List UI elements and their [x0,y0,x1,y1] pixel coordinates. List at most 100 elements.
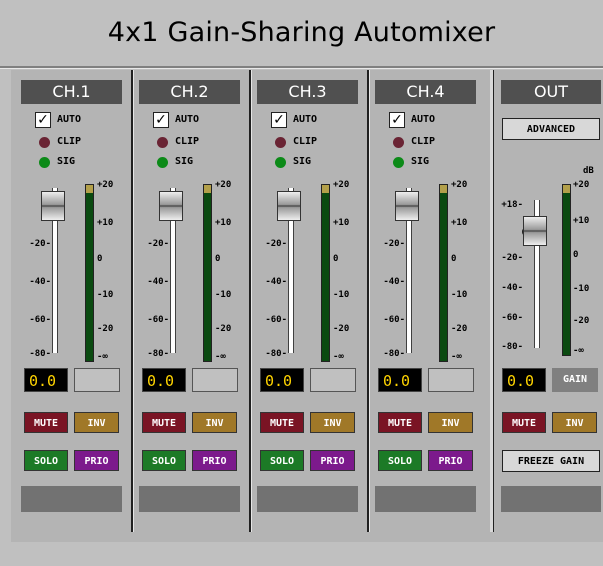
fader-tick: -40- [383,277,405,287]
clip-label: CLIP [57,136,82,147]
gain-fader-handle[interactable] [277,191,301,221]
level-meter [203,184,212,362]
meter-tick: -∞ [97,352,108,362]
priority-button[interactable]: PRIO [310,450,355,471]
auto-checkbox[interactable]: ✓ [153,112,169,128]
meter-tick: -20 [333,324,350,334]
fader-tick: -40- [265,277,287,287]
fader-tick: -80- [383,349,405,359]
fader-tick: -80- [29,349,51,359]
solo-button[interactable]: SOLO [260,450,304,471]
meter-tick: +20 [451,180,468,190]
title-divider [0,66,603,69]
invert-button[interactable]: INV [310,412,355,433]
signal-label: SIG [293,156,312,167]
clip-led-icon [39,137,50,148]
output-mute-button[interactable]: MUTE [502,412,546,433]
invert-button[interactable]: INV [74,412,119,433]
fader-tick: -20- [29,239,51,249]
meter-tick: +20 [333,180,350,190]
freeze-gain-button[interactable]: FREEZE GAIN [502,450,600,472]
level-meter [439,184,448,362]
channel-label-field[interactable] [21,486,122,512]
priority-button[interactable]: PRIO [74,450,119,471]
solo-button[interactable]: SOLO [378,450,422,471]
fader-tick: -60- [265,315,287,325]
fader-tick: -20- [265,239,287,249]
solo-button[interactable]: SOLO [24,450,68,471]
auto-checkbox[interactable]: ✓ [389,112,405,128]
fader-tick: -40- [29,277,51,287]
window-title: 4x1 Gain-Sharing Automixer [107,17,496,48]
meter-tick: -20 [97,324,114,334]
fader-tick: -80- [147,349,169,359]
signal-led-icon [275,157,286,168]
channel-header: CH.2 [139,80,240,104]
meter-tick: -10 [573,284,590,294]
gain-fader-handle[interactable] [41,191,65,221]
meter-tick: +10 [573,216,590,226]
output-fader-handle[interactable] [523,216,547,246]
meter-tick: -10 [97,290,114,300]
solo-button[interactable]: SOLO [142,450,186,471]
auto-checkbox[interactable]: ✓ [271,112,287,128]
meter-tick: +10 [215,218,232,228]
invert-button[interactable]: INV [192,412,237,433]
channel-label-field[interactable] [257,486,358,512]
meter-peak-zone [204,185,211,193]
advanced-button[interactable]: ADVANCED [502,118,600,140]
auto-checkbox[interactable]: ✓ [35,112,51,128]
channel-header: CH.1 [21,80,122,104]
output-invert-button[interactable]: INV [552,412,597,433]
output-level-meter [562,184,571,356]
gain-reduction-display [428,368,474,392]
gain-value-display[interactable]: 0.0 [378,368,422,392]
channel-strip-4: CH.4 ✓ AUTO CLIP SIG 0 -20- -40- -60- -8… [365,70,476,542]
priority-button[interactable]: PRIO [192,450,237,471]
auto-label: AUTO [411,114,436,125]
mute-button[interactable]: MUTE [142,412,186,433]
meter-tick: +20 [215,180,232,190]
db-unit-label: dB [583,166,594,176]
fader-tick: -20- [147,239,169,249]
fader-tick: -60- [147,315,169,325]
channel-strip-2: CH.2 ✓ AUTO CLIP SIG 0 -20- -40- -60- -8… [129,70,240,542]
clip-label: CLIP [175,136,200,147]
fader-tick: +18- [501,200,523,210]
output-label-field[interactable] [501,486,601,512]
signal-led-icon [157,157,168,168]
meter-tick: -∞ [333,352,344,362]
priority-button[interactable]: PRIO [428,450,473,471]
meter-tick: 0 [333,254,339,264]
meter-tick: -20 [451,324,468,334]
gain-fader-handle[interactable] [159,191,183,221]
mute-button[interactable]: MUTE [378,412,422,433]
invert-button[interactable]: INV [428,412,473,433]
output-gain-value-display[interactable]: 0.0 [502,368,546,392]
meter-tick: -∞ [573,346,584,356]
meter-peak-zone [440,185,447,193]
channel-strip-1: CH.1 ✓ AUTO CLIP SIG 0 -20- -40- -60- -8… [11,70,122,542]
gain-fader-handle[interactable] [395,191,419,221]
channel-header: CH.3 [257,80,358,104]
channel-label-field[interactable] [139,486,240,512]
gain-value-display[interactable]: 0.0 [24,368,68,392]
mixer-panel: CH.1 ✓ AUTO CLIP SIG 0 -20- -40- -60- -8… [11,70,603,542]
mute-button[interactable]: MUTE [24,412,68,433]
meter-tick: 0 [451,254,457,264]
output-strip: OUT ADVANCED dB +18- 0 -20- -40- -60- -8… [491,70,603,542]
meter-tick: +10 [451,218,468,228]
meter-tick: +20 [573,180,590,190]
mute-button[interactable]: MUTE [260,412,304,433]
channel-label-field[interactable] [375,486,476,512]
meter-tick: -∞ [215,352,226,362]
level-meter [321,184,330,362]
signal-led-icon [393,157,404,168]
gain-value-display[interactable]: 0.0 [260,368,304,392]
fader-tick: -60- [383,315,405,325]
auto-label: AUTO [293,114,318,125]
meter-tick: 0 [215,254,221,264]
gain-value-display[interactable]: 0.0 [142,368,186,392]
meter-tick: -10 [451,290,468,300]
gain-label: GAIN [552,368,598,392]
